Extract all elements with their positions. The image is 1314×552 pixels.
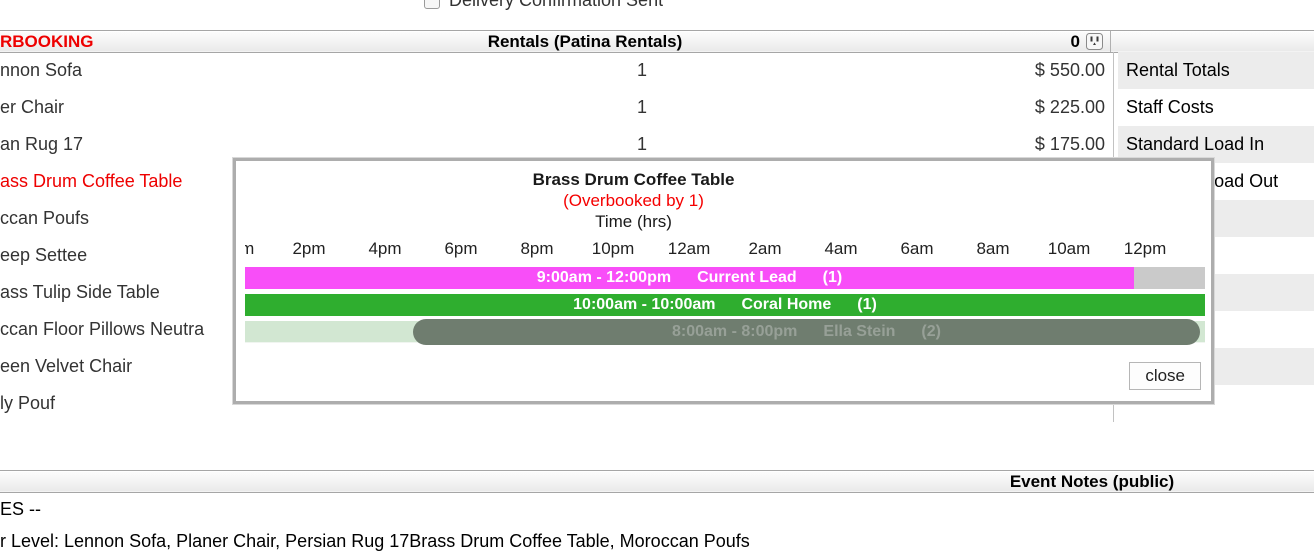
- booking-client: Current Lead: [697, 269, 797, 287]
- overbooking-modal: Brass Drum Coffee Table (Overbooked by 1…: [233, 158, 1214, 404]
- booking-time: 8:00am - 8:00pm: [672, 323, 797, 341]
- axis-tick: 10pm: [592, 239, 635, 259]
- sidebar-item-rental-totals[interactable]: Rental Totals: [1118, 52, 1314, 89]
- item-price: $ 225.00: [1035, 97, 1105, 118]
- sidebar-item-staff-costs[interactable]: Staff Costs: [1118, 89, 1314, 126]
- booking-client: Ella Stein: [823, 323, 895, 341]
- axis-tick: 10am: [1048, 239, 1091, 259]
- booking-timeline-chart: 12pm 2pm 4pm 6pm 8pm 10pm 12am 2am 4am 6…: [245, 161, 1205, 401]
- item-qty: 1: [600, 97, 684, 118]
- booking-bar-ella-stein[interactable]: 8:00am - 8:00pm Ella Stein (2): [413, 319, 1200, 345]
- booking-time: 10:00am - 10:00am: [573, 296, 715, 314]
- booking-bar-gray-tail: [1134, 267, 1205, 289]
- booking-count: (1): [857, 296, 877, 314]
- item-qty: 1: [600, 134, 684, 155]
- app-screen: Delivery Confirmation Sent RBOOKING Rent…: [0, 0, 1314, 552]
- axis-tick: 6pm: [444, 239, 477, 259]
- item-name: an Rug 17: [0, 134, 83, 155]
- item-qty: 1: [600, 60, 684, 81]
- axis-tick: 12pm: [245, 239, 254, 259]
- time-axis: 12pm 2pm 4pm 6pm 8pm 10pm 12am 2am 4am 6…: [245, 239, 1205, 261]
- booking-client: Coral Home: [741, 296, 831, 314]
- item-price: $ 550.00: [1035, 60, 1105, 81]
- booking-count: (2): [921, 323, 941, 341]
- booking-time: 9:00am - 12:00pm: [537, 269, 671, 287]
- item-name: er Chair: [0, 97, 64, 118]
- table-row[interactable]: nnon Sofa 1 $ 550.00: [0, 52, 1113, 89]
- overbooking-header: RBOOKING: [0, 32, 94, 52]
- rentals-header-title: Rentals (Patina Rentals): [465, 32, 705, 52]
- axis-tick: 4am: [824, 239, 857, 259]
- delivery-confirmation-row: Delivery Confirmation Sent: [424, 0, 663, 11]
- item-name: een Velvet Chair: [0, 356, 132, 377]
- delivery-confirmation-label: Delivery Confirmation Sent: [449, 0, 663, 11]
- axis-tick: 2am: [748, 239, 781, 259]
- item-price: $ 175.00: [1035, 134, 1105, 155]
- power-count: 0: [1040, 32, 1080, 52]
- item-name: ccan Floor Pillows Neutra: [0, 319, 204, 340]
- header-column-divider: [1110, 31, 1111, 52]
- sidebar-label: Standard Load In: [1126, 134, 1264, 155]
- item-name: ass Drum Coffee Table: [0, 171, 182, 192]
- axis-tick: 12pm: [1124, 239, 1167, 259]
- axis-tick: 4pm: [368, 239, 401, 259]
- sidebar-label: Rental Totals: [1126, 60, 1230, 81]
- axis-tick: 2pm: [292, 239, 325, 259]
- axis-tick: 8pm: [520, 239, 553, 259]
- item-name: eep Settee: [0, 245, 87, 266]
- booking-count: (1): [823, 269, 843, 287]
- rentals-header-bar: RBOOKING Rentals (Patina Rentals) 0: [0, 30, 1314, 53]
- item-name: ly Pouf: [0, 393, 55, 414]
- axis-tick: 8am: [976, 239, 1009, 259]
- item-name: ass Tulip Side Table: [0, 282, 160, 303]
- event-notes-header-bar: Event Notes (public): [0, 470, 1314, 493]
- table-row[interactable]: er Chair 1 $ 225.00: [0, 89, 1113, 126]
- item-name: ccan Poufs: [0, 208, 89, 229]
- close-button[interactable]: close: [1129, 362, 1201, 390]
- notes-line: ES --: [0, 499, 41, 520]
- axis-tick: 6am: [900, 239, 933, 259]
- axis-tick: 12am: [668, 239, 711, 259]
- event-notes-title: Event Notes (public): [870, 472, 1314, 492]
- booking-bar-current-lead[interactable]: 9:00am - 12:00pm Current Lead (1): [245, 267, 1134, 289]
- notes-line: r Level: Lennon Sofa, Planer Chair, Pers…: [0, 531, 750, 552]
- booking-bar-strip: 8:00am - 8:00pm Ella Stein (2): [245, 321, 1205, 343]
- delivery-confirmation-checkbox[interactable]: [424, 0, 440, 9]
- sidebar-label: Staff Costs: [1126, 97, 1214, 118]
- item-name: nnon Sofa: [0, 60, 82, 81]
- booking-bar-coral-home[interactable]: 10:00am - 10:00am Coral Home (1): [245, 294, 1205, 316]
